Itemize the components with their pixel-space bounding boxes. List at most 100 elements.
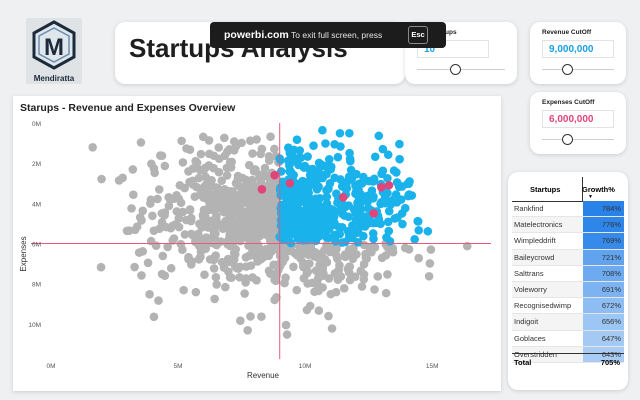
scatter-point-selected[interactable] bbox=[330, 173, 339, 183]
scatter-point[interactable] bbox=[270, 144, 279, 154]
scatter-point[interactable] bbox=[223, 237, 233, 246]
scatter-point[interactable] bbox=[130, 262, 139, 272]
scatter-point[interactable] bbox=[193, 235, 202, 245]
table-row[interactable]: Voleworry 691% bbox=[512, 281, 624, 299]
scatter-point[interactable] bbox=[128, 165, 138, 174]
table-row[interactable]: Baileycrowd 721% bbox=[512, 249, 624, 266]
scatter-point[interactable] bbox=[256, 177, 266, 187]
revenue-cutoff-slicer[interactable]: Revenue CutOff 9,000,000 bbox=[530, 22, 626, 84]
scatter-point[interactable] bbox=[154, 296, 163, 305]
scatter-point-top[interactable] bbox=[384, 180, 394, 190]
scatter-point-selected[interactable] bbox=[360, 222, 370, 231]
scatter-point-selected[interactable] bbox=[296, 188, 306, 198]
growth-table[interactable]: Startups Growth% ▼ Rankfind 784% Matelectr… bbox=[508, 172, 628, 390]
scatter-point[interactable] bbox=[302, 269, 312, 278]
scatter-point[interactable] bbox=[292, 250, 302, 260]
column-header-startups[interactable]: Startups bbox=[530, 185, 560, 194]
scatter-point[interactable] bbox=[178, 158, 188, 167]
scatter-point[interactable] bbox=[217, 176, 227, 185]
scatter-point[interactable] bbox=[249, 166, 259, 176]
table-row[interactable]: Salttrans 708% bbox=[512, 265, 624, 282]
scatter-point-selected[interactable] bbox=[405, 177, 414, 186]
scatter-point[interactable] bbox=[224, 267, 233, 276]
scatter-point-selected[interactable] bbox=[351, 181, 360, 190]
scatter-point[interactable] bbox=[271, 276, 281, 286]
scatter-point-top[interactable] bbox=[338, 193, 348, 202]
scatter-point[interactable] bbox=[245, 136, 255, 145]
scatter-point-selected[interactable] bbox=[370, 152, 380, 162]
scatter-point-selected[interactable] bbox=[382, 233, 391, 242]
scatter-point-selected[interactable] bbox=[374, 131, 384, 141]
scatter-point[interactable] bbox=[425, 259, 435, 268]
scatter-point-selected[interactable] bbox=[356, 205, 366, 214]
scatter-point[interactable] bbox=[122, 226, 132, 236]
scatter-point[interactable] bbox=[97, 174, 106, 184]
scatter-point[interactable] bbox=[225, 220, 234, 230]
scatter-point-selected[interactable] bbox=[391, 190, 401, 199]
scatter-point-selected[interactable] bbox=[330, 207, 340, 217]
scatter-point[interactable] bbox=[381, 288, 391, 298]
scatter-point-top[interactable] bbox=[377, 182, 386, 192]
scatter-point[interactable] bbox=[143, 258, 153, 268]
slider-track[interactable] bbox=[542, 139, 614, 140]
scatter-point-selected[interactable] bbox=[339, 200, 348, 210]
scatter-point[interactable] bbox=[224, 207, 234, 217]
scatter-point[interactable] bbox=[200, 270, 209, 279]
scatter-point[interactable] bbox=[257, 312, 266, 321]
scatter-point[interactable] bbox=[320, 245, 329, 255]
scatter-point[interactable] bbox=[138, 206, 148, 216]
scatter-point-selected[interactable] bbox=[377, 198, 386, 207]
scatter-point[interactable] bbox=[214, 154, 224, 164]
table-row[interactable]: Indigoit 656% bbox=[512, 314, 624, 331]
scatter-point[interactable] bbox=[404, 245, 414, 254]
scatter-point[interactable] bbox=[225, 257, 234, 267]
scatter-point[interactable] bbox=[265, 222, 275, 231]
scatter-point-selected[interactable] bbox=[321, 139, 330, 148]
scatter-point[interactable] bbox=[200, 182, 210, 192]
scatter-point[interactable] bbox=[243, 216, 252, 225]
scatter-point-selected[interactable] bbox=[354, 215, 363, 225]
scatter-point-selected[interactable] bbox=[326, 162, 336, 172]
scatter-point[interactable] bbox=[266, 269, 275, 278]
scatter-point-selected[interactable] bbox=[330, 139, 339, 149]
scatter-point-selected[interactable] bbox=[314, 158, 324, 168]
scatter-point[interactable] bbox=[339, 284, 349, 293]
scatter-point-selected[interactable] bbox=[303, 207, 312, 216]
scatter-point[interactable] bbox=[145, 290, 154, 299]
scatter-point-selected[interactable] bbox=[423, 226, 433, 236]
scatter-point[interactable] bbox=[207, 175, 216, 185]
scatter-point-selected[interactable] bbox=[292, 135, 302, 144]
scatter-point[interactable] bbox=[313, 274, 323, 284]
scatter-point[interactable] bbox=[211, 229, 220, 238]
scatter-point[interactable] bbox=[212, 240, 221, 250]
scatter-point[interactable] bbox=[292, 285, 302, 295]
scatter-point[interactable] bbox=[118, 173, 127, 183]
scatter-point[interactable] bbox=[96, 262, 106, 272]
scatter-point[interactable] bbox=[182, 144, 191, 153]
scatter-point[interactable] bbox=[247, 175, 257, 185]
expenses-cutoff-slicer[interactable]: Expenses CutOff 6,000,000 bbox=[530, 92, 626, 154]
scatter-point[interactable] bbox=[256, 149, 265, 159]
scatter-point[interactable] bbox=[195, 190, 205, 200]
scatter-point[interactable] bbox=[138, 247, 148, 256]
scatter-point[interactable] bbox=[266, 132, 275, 141]
scatter-point[interactable] bbox=[233, 171, 243, 181]
table-row[interactable]: Recognisedwimp 672% bbox=[512, 298, 624, 315]
scatter-point[interactable] bbox=[327, 324, 337, 333]
scatter-point-selected[interactable] bbox=[318, 125, 327, 135]
scatter-point[interactable] bbox=[210, 294, 219, 304]
scatter-point[interactable] bbox=[336, 272, 346, 281]
scatter-point-selected[interactable] bbox=[312, 184, 322, 194]
scatter-point[interactable] bbox=[155, 224, 164, 233]
scatter-point-selected[interactable] bbox=[299, 163, 309, 172]
scatter-point-selected[interactable] bbox=[383, 150, 393, 160]
scatter-point-selected[interactable] bbox=[345, 148, 354, 158]
scatter-point[interactable] bbox=[314, 306, 324, 315]
scatter-point[interactable] bbox=[240, 289, 249, 298]
scatter-point[interactable] bbox=[232, 217, 242, 227]
scatter-point[interactable] bbox=[191, 287, 201, 297]
scatter-point[interactable] bbox=[154, 185, 164, 194]
scatter-point[interactable] bbox=[185, 205, 195, 214]
scatter-point-top[interactable] bbox=[369, 209, 379, 218]
scatter-point-selected[interactable] bbox=[276, 156, 285, 165]
